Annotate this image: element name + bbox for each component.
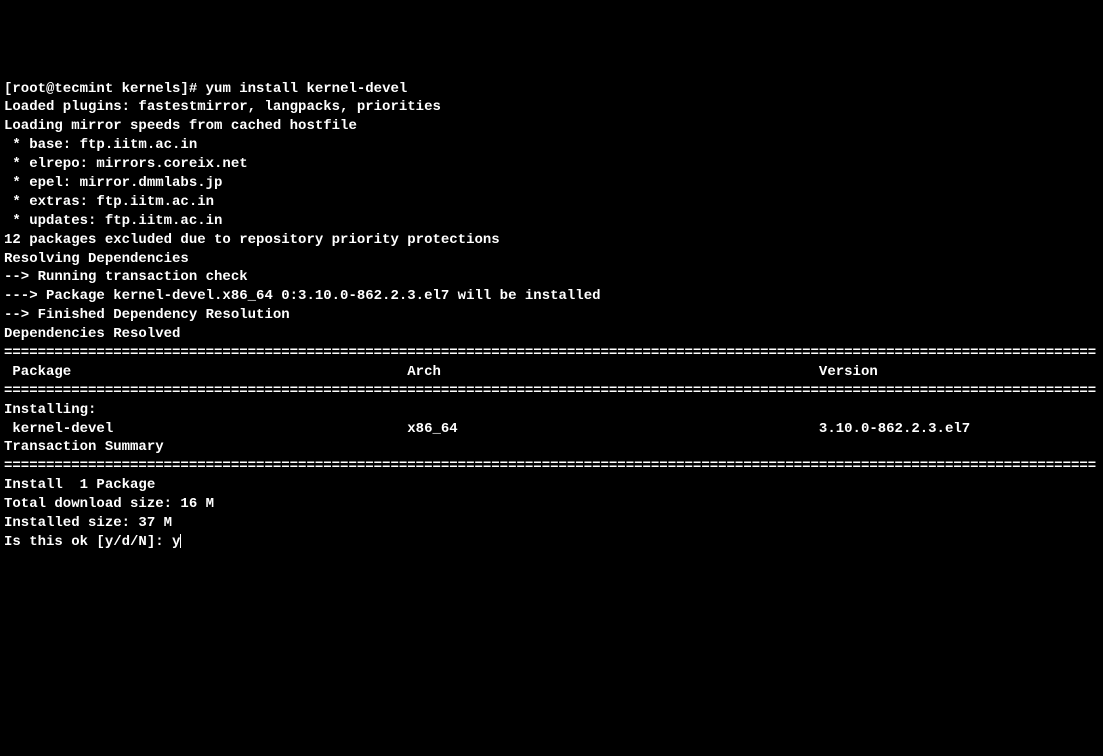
- divider-line: ========================================…: [4, 457, 1103, 476]
- mirror-epel: * epel: mirror.dmmlabs.jp: [4, 174, 1103, 193]
- download-size: Total download size: 16 M: [4, 495, 1103, 514]
- divider-line: ========================================…: [4, 382, 1103, 401]
- cursor-icon: [180, 534, 181, 548]
- divider-line: ========================================…: [4, 344, 1103, 363]
- output-loading-mirror: Loading mirror speeds from cached hostfi…: [4, 117, 1103, 136]
- mirror-elrepo: * elrepo: mirrors.coreix.net: [4, 155, 1103, 174]
- mirror-extras: * extras: ftp.iitm.ac.in: [4, 193, 1103, 212]
- confirm-input[interactable]: y: [172, 534, 180, 550]
- output-excluded: 12 packages excluded due to repository p…: [4, 231, 1103, 250]
- output-finished-dep: --> Finished Dependency Resolution: [4, 306, 1103, 325]
- mirror-updates: * updates: ftp.iitm.ac.in: [4, 212, 1103, 231]
- terminal-window[interactable]: [root@tecmint kernels]# yum install kern…: [4, 80, 1103, 658]
- table-row: kernel-devel x86_64 3.10.0-862.2.3.el7: [4, 420, 1103, 439]
- installed-size: Installed size: 37 M: [4, 514, 1103, 533]
- confirm-line: Is this ok [y/d/N]: y: [4, 533, 1103, 552]
- output-loaded-plugins: Loaded plugins: fastestmirror, langpacks…: [4, 98, 1103, 117]
- typed-command: yum install kernel-devel: [206, 81, 408, 97]
- install-count: Install 1 Package: [4, 476, 1103, 495]
- transaction-summary-label: Transaction Summary: [4, 438, 1103, 457]
- mirror-base: * base: ftp.iitm.ac.in: [4, 136, 1103, 155]
- output-resolving: Resolving Dependencies: [4, 250, 1103, 269]
- output-deps-resolved: Dependencies Resolved: [4, 325, 1103, 344]
- shell-prompt: [root@tecmint kernels]#: [4, 81, 206, 97]
- confirm-prompt: Is this ok [y/d/N]:: [4, 534, 172, 550]
- command-line: [root@tecmint kernels]# yum install kern…: [4, 80, 1103, 99]
- table-header: Package Arch Version: [4, 363, 1103, 382]
- output-running-check: --> Running transaction check: [4, 268, 1103, 287]
- installing-label: Installing:: [4, 401, 1103, 420]
- output-package-install: ---> Package kernel-devel.x86_64 0:3.10.…: [4, 287, 1103, 306]
